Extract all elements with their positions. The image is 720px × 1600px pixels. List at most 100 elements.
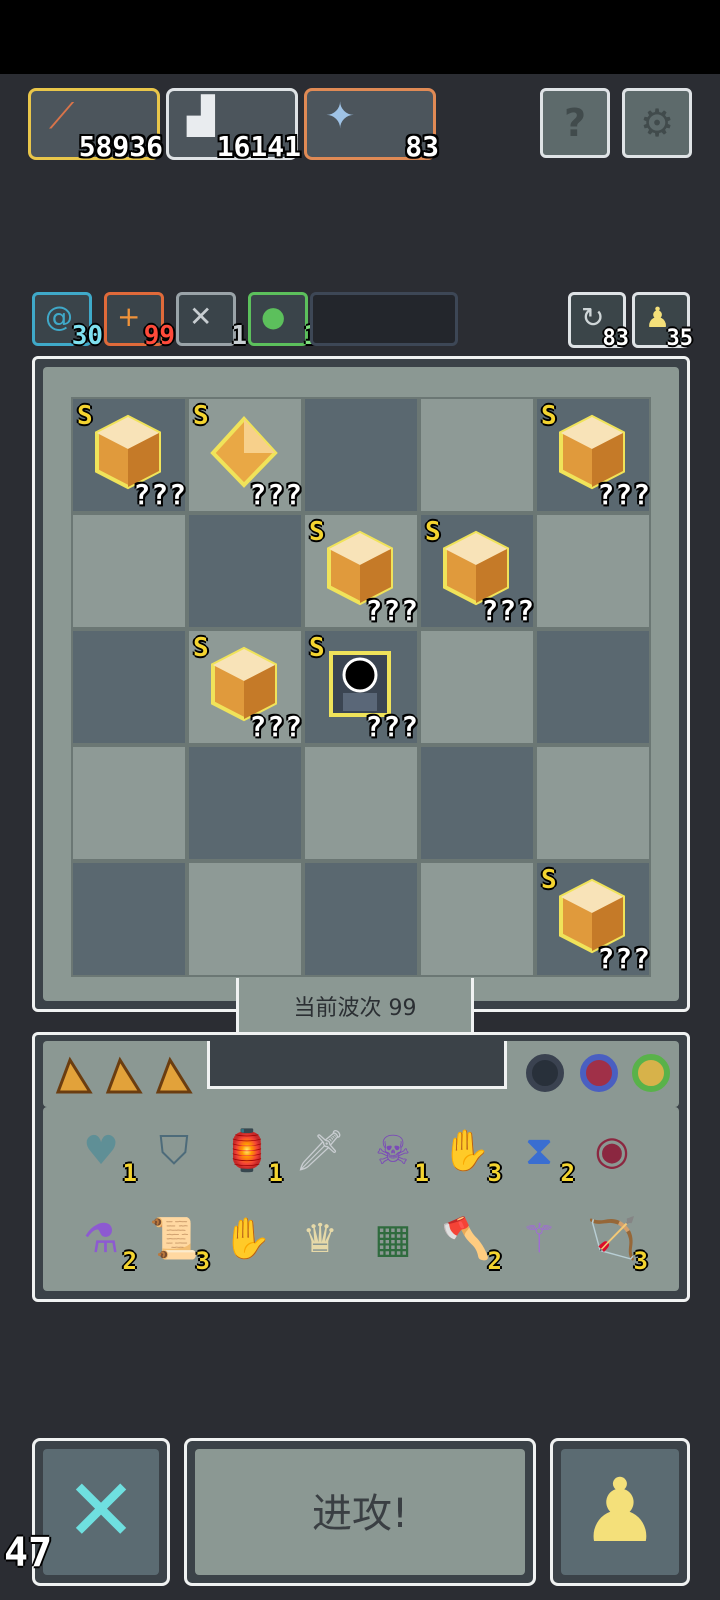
inventory-slot[interactable]: ♛ xyxy=(286,1205,358,1293)
inventory-slot[interactable]: ⚗ 2 xyxy=(67,1205,139,1293)
board-cell[interactable]: S??? xyxy=(303,513,419,629)
status-chip-plus-count: 99 xyxy=(143,321,175,351)
dagger-icon: 🗡 xyxy=(294,1128,346,1174)
inventory-slot[interactable]: 🗡 xyxy=(286,1117,358,1205)
attack-button[interactable]: 进攻! xyxy=(184,1438,536,1586)
inventory-slot[interactable]: 🏹 3 xyxy=(578,1205,650,1293)
rank-badge: S xyxy=(193,633,209,663)
status-chip-spiral-count: 30 xyxy=(71,321,103,351)
resource-axe[interactable]: ⟋ 58936 xyxy=(28,88,163,163)
board-cell[interactable] xyxy=(71,629,187,745)
status-chip-plus[interactable]: + 99 xyxy=(104,292,175,351)
item-count: 1 xyxy=(414,1159,429,1187)
vine-book-icon: ▦ xyxy=(374,1216,412,1262)
board-cell[interactable] xyxy=(303,397,419,513)
inventory-slot[interactable]: ⛉ xyxy=(140,1117,212,1205)
spiral-icon: @ xyxy=(45,300,73,333)
inventory-slot[interactable]: ⚚ xyxy=(505,1205,577,1293)
pawn-counter[interactable]: ♟ 35 xyxy=(632,292,693,351)
red-blue-ring-icon[interactable] xyxy=(580,1054,618,1092)
staff-icon: ⚚ xyxy=(521,1216,557,1262)
refresh-counter[interactable]: ↻ 83 xyxy=(568,292,629,351)
inventory-notch xyxy=(207,1041,507,1089)
help-button[interactable]: ? xyxy=(540,88,610,158)
board-cell[interactable]: S??? xyxy=(187,397,303,513)
status-bar xyxy=(0,0,720,74)
status-chip-swords[interactable]: ✕ 1 xyxy=(176,292,247,351)
board-cell[interactable] xyxy=(187,861,303,977)
potion-icon: ⚗ xyxy=(83,1216,119,1262)
green-ring-icon[interactable] xyxy=(632,1054,670,1092)
board-cell[interactable] xyxy=(71,513,187,629)
board-cell[interactable]: S??? xyxy=(303,629,419,745)
status-chip-spiral[interactable]: @ 30 xyxy=(32,292,103,351)
inventory-slot[interactable]: ⧗ 2 xyxy=(505,1117,577,1205)
board-cell[interactable] xyxy=(71,745,187,861)
progress-bar xyxy=(310,292,458,346)
crossbow-icon: 🏹 xyxy=(587,1216,637,1262)
inventory-slot[interactable]: ♥ 1 xyxy=(67,1117,139,1205)
inventory-slot[interactable]: 🪓 2 xyxy=(432,1205,504,1293)
board-grid: S??? S??? S??? S??? S??? S??? S??? S??? xyxy=(71,397,653,977)
item-count: 2 xyxy=(487,1247,502,1275)
board-cell[interactable]: S??? xyxy=(419,513,535,629)
anvil-icon: ▟ xyxy=(187,96,215,137)
pawn-button[interactable]: ♟ xyxy=(550,1438,690,1586)
refresh-count: 83 xyxy=(602,326,630,351)
board-cell[interactable] xyxy=(535,513,651,629)
board-cell[interactable] xyxy=(303,745,419,861)
dark-ring-icon[interactable] xyxy=(526,1054,564,1092)
crossbow-icon: ✦ xyxy=(325,96,356,137)
triangle-tab-3[interactable] xyxy=(154,1056,194,1096)
cancel-button[interactable]: ✕ xyxy=(32,1438,170,1586)
item-count: 3 xyxy=(633,1247,648,1275)
board-cell[interactable] xyxy=(535,745,651,861)
board-cell[interactable]: S??? xyxy=(535,861,651,977)
map-scroll-icon: 📜 xyxy=(149,1216,199,1262)
triangle-tab-2[interactable] xyxy=(104,1056,144,1096)
board-cell[interactable] xyxy=(419,861,535,977)
board-cell[interactable]: S??? xyxy=(535,397,651,513)
inventory-slot[interactable]: ✋ 3 xyxy=(432,1117,504,1205)
unknown-level-label: ??? xyxy=(365,710,419,743)
board-cell[interactable]: S??? xyxy=(71,397,187,513)
resource-anvil[interactable]: ▟ 16141 xyxy=(166,88,301,163)
triangle-tab-1[interactable] xyxy=(54,1056,94,1096)
inventory-slot[interactable]: ▦ xyxy=(359,1205,431,1293)
rank-badge: S xyxy=(541,865,557,895)
resource-anvil-value: 16141 xyxy=(216,130,301,163)
board-cell[interactable] xyxy=(419,745,535,861)
settings-button[interactable]: ⚙ xyxy=(622,88,692,158)
board-cell[interactable] xyxy=(303,861,419,977)
board-cell[interactable] xyxy=(187,513,303,629)
board-cell[interactable] xyxy=(535,629,651,745)
item-count: 1 xyxy=(122,1159,137,1187)
board-cell[interactable] xyxy=(419,397,535,513)
board-cell[interactable]: S??? xyxy=(187,629,303,745)
inventory-slot[interactable]: ◉ xyxy=(578,1117,650,1205)
resource-crossbow-value: 83 xyxy=(405,130,439,163)
item-count: 3 xyxy=(487,1159,502,1187)
inventory-slot[interactable]: ☠ 1 xyxy=(359,1117,431,1205)
board-cell[interactable] xyxy=(71,861,187,977)
board-cell[interactable] xyxy=(187,745,303,861)
item-count: 1 xyxy=(268,1159,283,1187)
board-cell[interactable] xyxy=(419,629,535,745)
inventory-slot[interactable]: 📜 3 xyxy=(140,1205,212,1293)
inventory-slot[interactable]: 🏮 1 xyxy=(213,1117,285,1205)
rank-badge: S xyxy=(309,633,325,663)
status-chip-leaf[interactable]: ● 1 xyxy=(248,292,319,351)
cross-icon: ✕ xyxy=(64,1461,138,1561)
unknown-level-label: ??? xyxy=(481,594,535,627)
hourglass-icon: ⧗ xyxy=(524,1128,554,1174)
item-count: 2 xyxy=(560,1159,575,1187)
inventory-slot[interactable]: ✋ xyxy=(213,1205,285,1293)
lantern-icon: 🏮 xyxy=(222,1128,272,1174)
rank-badge: S xyxy=(541,401,557,431)
resource-crossbow[interactable]: ✦ 83 xyxy=(304,88,439,163)
question-icon: ? xyxy=(563,101,587,145)
inventory-grid: ♥ 1 ⛉ 🏮 1 🗡 ☠ 1 ✋ 3 ⧗ 2 ◉ ⚗ 2 📜 3 ✋ ♛ ▦ 🪓 2 ⚚ 🏹 3 xyxy=(67,1117,650,1293)
refresh-icon: ↻ xyxy=(581,301,605,334)
plus-icon: + xyxy=(117,300,141,333)
rank-badge: S xyxy=(193,401,209,431)
